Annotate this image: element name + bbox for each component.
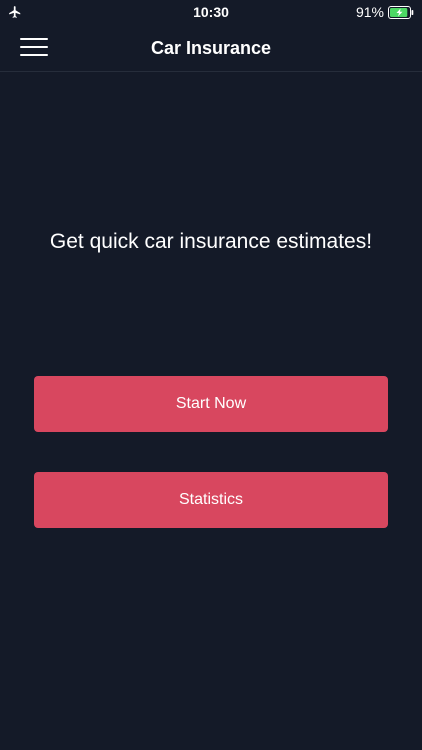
battery-charging-icon: [388, 5, 414, 19]
menu-line: [20, 38, 48, 40]
menu-line: [20, 54, 48, 56]
statistics-button[interactable]: Statistics: [34, 472, 388, 528]
page-title: Car Insurance: [150, 38, 272, 58]
status-bar: 10:30 91%: [0, 0, 422, 24]
status-right: 91%: [356, 4, 414, 20]
headline-text: Get quick car insurance estimates!: [49, 230, 373, 253]
menu-line: [20, 46, 48, 48]
nav-bar: Car Insurance: [0, 24, 422, 72]
airplane-icon: [8, 5, 22, 19]
app-screen: 10:30 91% Car Insurance Get quick car in…: [0, 0, 422, 750]
status-left: [8, 5, 88, 19]
battery-percent: 91%: [355, 4, 384, 20]
hamburger-menu-icon[interactable]: [20, 38, 48, 56]
start-now-button[interactable]: Start Now: [34, 376, 388, 432]
